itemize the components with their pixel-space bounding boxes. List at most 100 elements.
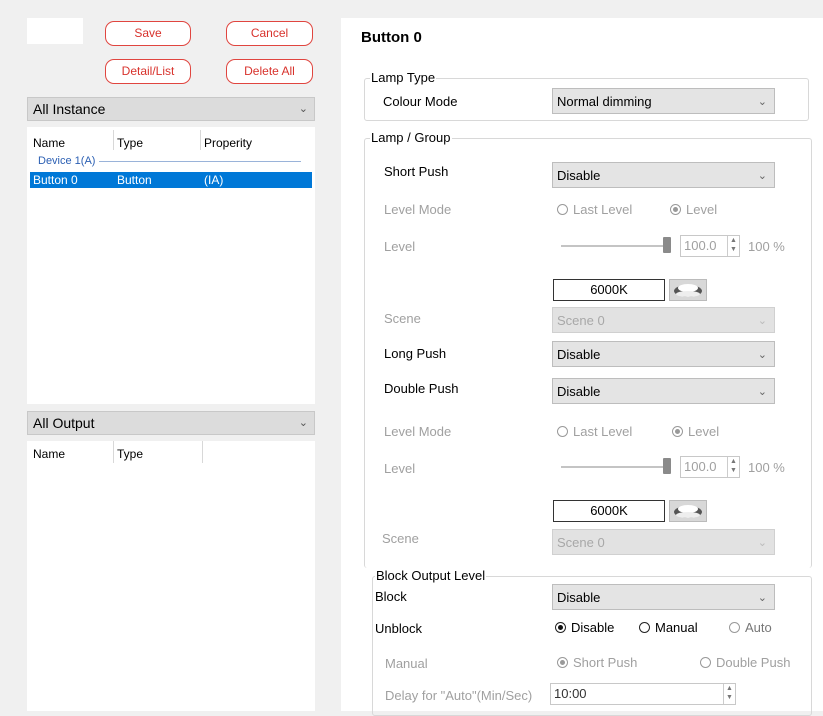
save-button[interactable]: Save — [105, 21, 191, 46]
chevron-down-icon: ⌄ — [757, 386, 767, 398]
block-value: Disable — [557, 590, 601, 605]
scene-value: Scene 0 — [557, 313, 605, 328]
chevron-down-icon: ⌄ — [757, 315, 767, 327]
column-header-name[interactable]: Name — [33, 447, 65, 461]
column-divider — [202, 441, 203, 463]
radio-icon — [639, 622, 650, 633]
output-list[interactable]: Name Type — [27, 441, 315, 711]
column-header-property[interactable]: Properity — [204, 136, 252, 150]
chevron-down-icon: ⌄ — [298, 417, 308, 429]
cct-field[interactable]: 6000K — [553, 500, 665, 522]
scene-value: Scene 0 — [557, 535, 605, 550]
double-push-option-label: Double Push — [716, 655, 791, 670]
blank-field — [27, 18, 83, 44]
level-radio[interactable]: Level — [672, 424, 719, 439]
level-percent: 100 % — [748, 239, 785, 254]
lamp-icon — [674, 284, 702, 297]
unblock-auto-label: Auto — [745, 620, 772, 635]
spin-arrows-icon[interactable]: ▲ ▼ — [723, 684, 735, 704]
unblock-manual-label: Manual — [655, 620, 698, 635]
cancel-button[interactable]: Cancel — [226, 21, 313, 46]
block-output-group-label: Block Output Level — [375, 568, 487, 583]
last-level-label: Last Level — [573, 424, 633, 439]
spin-arrows-icon[interactable]: ▲ ▼ — [727, 236, 739, 256]
level-slider[interactable] — [561, 245, 671, 247]
group-divider — [99, 161, 301, 162]
short-push-value: Disable — [557, 168, 601, 183]
block-label: Block — [375, 589, 407, 604]
chevron-down-icon: ⌄ — [757, 96, 767, 108]
scene-label: Scene — [384, 311, 421, 326]
level-mode-label: Level Mode — [384, 202, 452, 217]
level-option-label: Level — [686, 202, 718, 217]
page-title: Button 0 — [361, 29, 422, 46]
chevron-down-icon: ⌄ — [757, 349, 767, 361]
radio-icon — [555, 622, 566, 633]
colour-picker-button[interactable] — [669, 279, 707, 301]
output-filter-combo[interactable]: All Output ⌄ — [27, 411, 315, 435]
level-value: 100.0 — [684, 459, 717, 474]
radio-icon — [672, 426, 683, 437]
level-slider-thumb[interactable] — [663, 458, 671, 474]
instance-list[interactable]: Name Type Properity Device 1(A) Button 0… — [27, 127, 315, 404]
delay-spinbox[interactable]: 10:00 ▲ ▼ — [550, 683, 736, 705]
long-push-label: Long Push — [384, 346, 447, 361]
short-push-select[interactable]: Disable ⌄ — [552, 162, 775, 188]
level-value: 100.0 — [684, 238, 717, 253]
long-push-value: Disable — [557, 347, 601, 362]
double-push-select[interactable]: Disable ⌄ — [552, 378, 775, 404]
level-spinbox[interactable]: 100.0 ▲ ▼ — [680, 456, 740, 478]
manual-double-push-radio[interactable]: Double Push — [700, 655, 790, 670]
short-push-option-label: Short Push — [573, 655, 638, 670]
output-filter-value: All Output — [33, 415, 95, 431]
detail-list-button[interactable]: Detail/List — [105, 59, 191, 84]
colour-picker-button[interactable] — [669, 500, 707, 522]
row-property: (IA) — [204, 173, 224, 187]
spin-arrows-icon[interactable]: ▲ ▼ — [727, 457, 739, 477]
instance-filter-value: All Instance — [33, 101, 106, 117]
column-header-type[interactable]: Type — [117, 447, 143, 461]
manual-short-push-radio[interactable]: Short Push — [557, 655, 637, 670]
level-percent: 100 % — [748, 460, 785, 475]
table-row[interactable]: Button 0 Button (IA) — [30, 172, 312, 188]
level-label: Level — [384, 239, 416, 254]
scene-label: Scene — [382, 531, 419, 546]
chevron-down-icon: ⌄ — [757, 537, 767, 549]
chevron-down-icon: ⌄ — [757, 592, 767, 604]
lamp-icon — [674, 505, 702, 518]
radio-icon — [670, 204, 681, 215]
lamp-type-group-label: Lamp Type — [370, 70, 437, 85]
last-level-radio[interactable]: Last Level — [557, 202, 632, 217]
long-push-select[interactable]: Disable ⌄ — [552, 341, 775, 367]
colour-mode-select[interactable]: Normal dimming ⌄ — [552, 88, 775, 114]
level-mode-label: Level Mode — [384, 424, 452, 439]
level-slider-thumb[interactable] — [663, 237, 671, 253]
row-name: Button 0 — [33, 173, 78, 187]
last-level-label: Last Level — [573, 202, 633, 217]
level-slider[interactable] — [561, 466, 671, 468]
scene-select[interactable]: Scene 0 ⌄ — [552, 529, 775, 555]
unblock-disable-radio[interactable]: Disable — [555, 620, 614, 635]
colour-mode-value: Normal dimming — [557, 94, 652, 109]
top-strip — [0, 0, 823, 8]
unblock-manual-radio[interactable]: Manual — [639, 620, 698, 635]
column-header-name[interactable]: Name — [33, 136, 65, 150]
instance-filter-combo[interactable]: All Instance ⌄ — [27, 97, 315, 121]
radio-icon — [557, 657, 568, 668]
unblock-label: Unblock — [375, 621, 422, 636]
delay-label: Delay for "Auto"(Min/Sec) — [385, 688, 533, 703]
scene-select[interactable]: Scene 0 ⌄ — [552, 307, 775, 333]
column-header-type[interactable]: Type — [117, 136, 143, 150]
delete-all-button[interactable]: Delete All — [226, 59, 313, 84]
level-option-label: Level — [688, 424, 720, 439]
unblock-disable-label: Disable — [571, 620, 615, 635]
chevron-down-icon: ⌄ — [757, 170, 767, 182]
level-spinbox[interactable]: 100.0 ▲ ▼ — [680, 235, 740, 257]
level-radio[interactable]: Level — [670, 202, 717, 217]
unblock-auto-radio[interactable]: Auto — [729, 620, 772, 635]
cct-field[interactable]: 6000K — [553, 279, 665, 301]
last-level-radio[interactable]: Last Level — [557, 424, 632, 439]
block-select[interactable]: Disable ⌄ — [552, 584, 775, 610]
level-label: Level — [384, 461, 416, 476]
column-divider — [113, 130, 114, 150]
